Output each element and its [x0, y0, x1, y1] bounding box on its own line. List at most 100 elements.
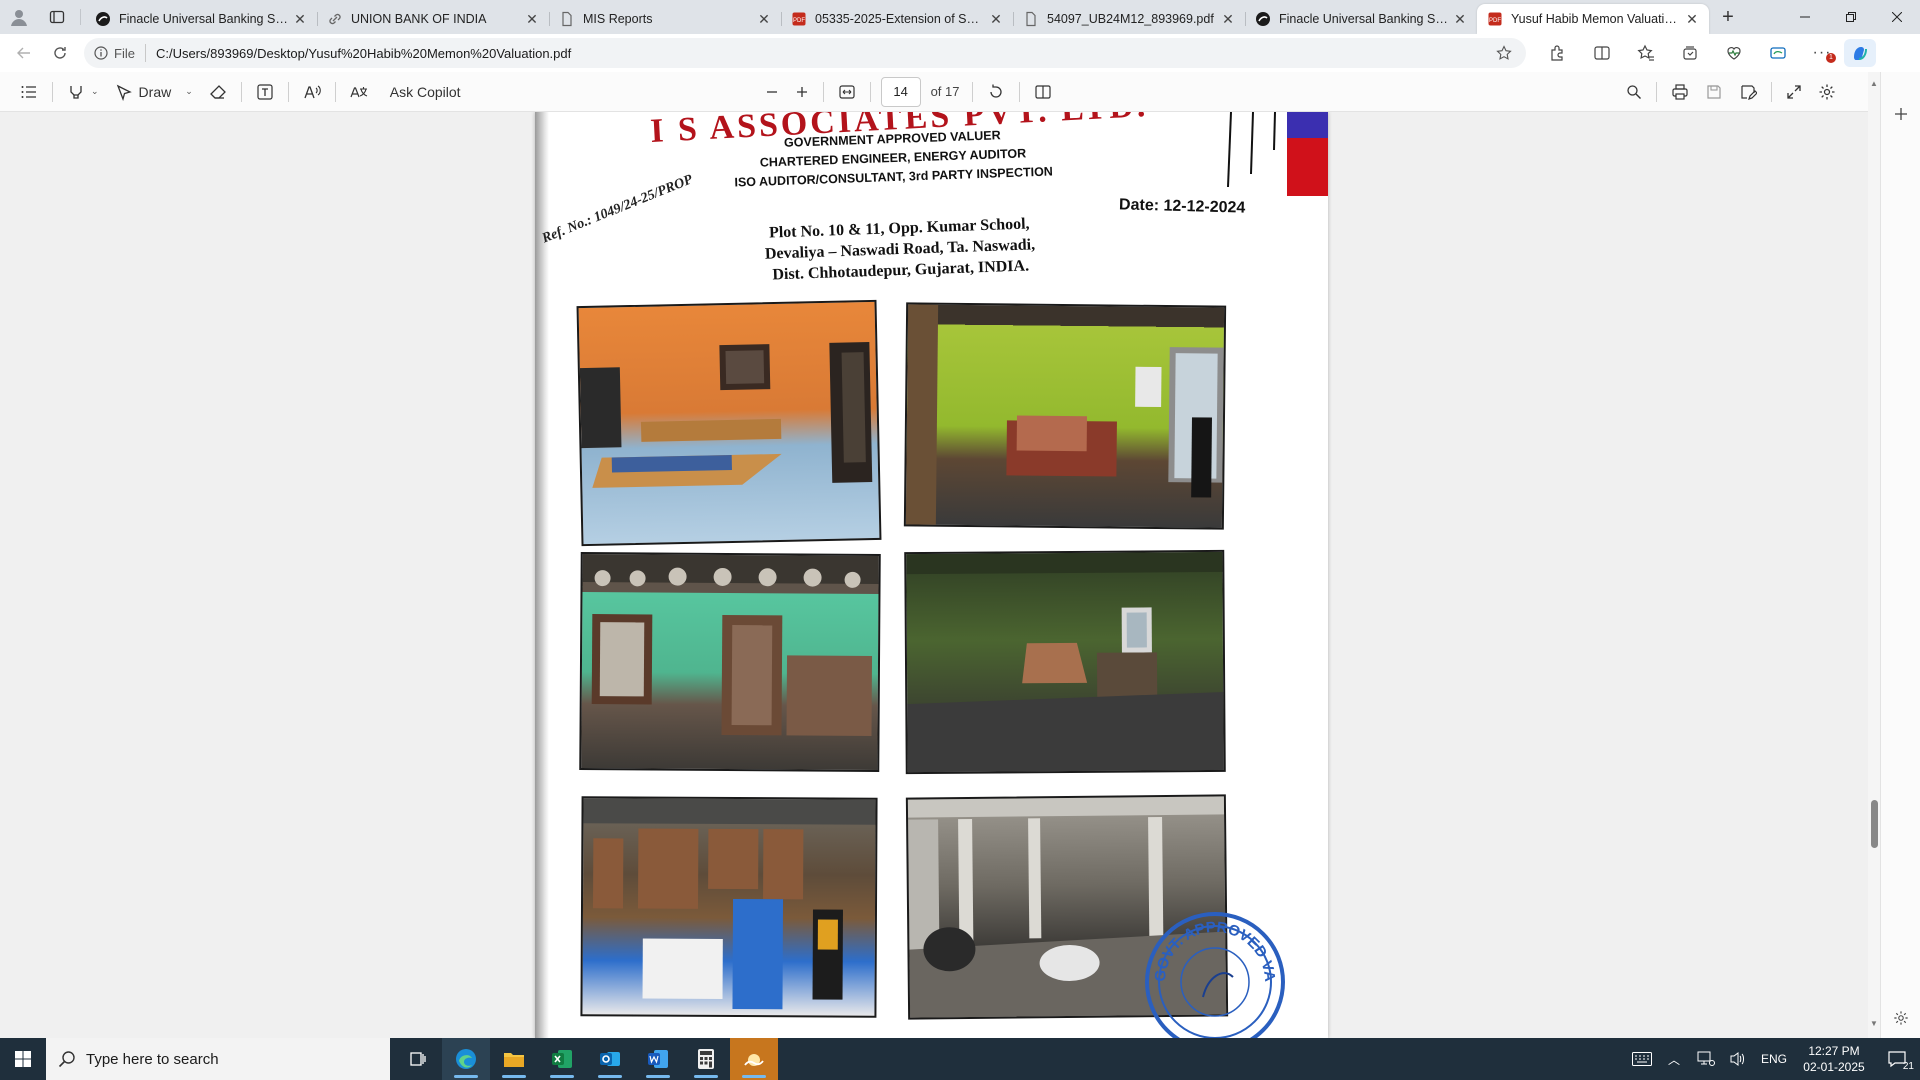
close-icon[interactable]: ✕	[291, 10, 309, 28]
chevron-up-icon: ︿	[1667, 1052, 1680, 1067]
taskbar-outlook[interactable]	[586, 1038, 634, 1080]
chevron-down-icon[interactable]: ⌄	[91, 86, 99, 97]
save-as-button[interactable]	[1731, 77, 1765, 107]
add-text-button[interactable]	[248, 77, 282, 107]
restore-button[interactable]	[1828, 0, 1874, 34]
table-of-contents-button[interactable]	[12, 77, 46, 107]
copilot-sidebar-button[interactable]	[1756, 38, 1800, 68]
close-window-button[interactable]	[1874, 0, 1920, 34]
browser-essentials-button[interactable]	[1712, 38, 1756, 68]
tab-finacle-2[interactable]: Finacle Universal Banking Solution ✕	[1245, 4, 1477, 34]
copilot-icon	[1854, 47, 1867, 60]
translate-button[interactable]	[342, 77, 376, 107]
pdf-settings-button[interactable]	[1810, 77, 1844, 107]
close-icon[interactable]: ✕	[523, 10, 541, 28]
tab-statement-pdf[interactable]: 54097_UB24M12_893969.pdf ✕	[1013, 4, 1245, 34]
weather-icon	[744, 1054, 764, 1066]
close-icon[interactable]: ✕	[1683, 10, 1701, 28]
favorites-button[interactable]	[1624, 38, 1668, 68]
close-icon[interactable]: ✕	[987, 10, 1005, 28]
tab-actions-button[interactable]	[38, 0, 76, 34]
collections-button[interactable]	[1668, 38, 1712, 68]
chevron-down-icon[interactable]: ⌄	[185, 86, 193, 97]
scroll-up-icon[interactable]: ▲	[1870, 80, 1878, 88]
print-button[interactable]	[1663, 77, 1697, 107]
tab-finacle-1[interactable]: Finacle Universal Banking Solution ✕	[85, 4, 317, 34]
keyboard-icon[interactable]	[1626, 1038, 1658, 1080]
back-button[interactable]	[6, 38, 42, 68]
save-icon	[1706, 84, 1721, 99]
taskbar-weather-app[interactable]	[730, 1038, 778, 1080]
taskbar-excel[interactable]	[538, 1038, 586, 1080]
split-screen-button[interactable]	[1580, 38, 1624, 68]
draw-button[interactable]: Draw ⌄	[107, 77, 201, 107]
collections-icon	[1683, 46, 1697, 60]
find-button[interactable]	[1618, 77, 1650, 107]
scan-shadow-edge	[535, 112, 549, 1038]
tab-union-bank[interactable]: UNION BANK OF INDIA ✕	[317, 4, 549, 34]
save-as-icon	[1740, 84, 1757, 100]
sidebar-add-button[interactable]	[1889, 102, 1913, 126]
taskbar-word[interactable]	[634, 1038, 682, 1080]
notification-badge: 1	[1826, 53, 1836, 63]
profile-button[interactable]	[0, 0, 38, 34]
copilot-button[interactable]	[1844, 39, 1876, 67]
new-tab-button[interactable]: +	[1709, 0, 1747, 34]
network-icon[interactable]	[1690, 1038, 1722, 1080]
close-icon[interactable]: ✕	[1451, 10, 1469, 28]
close-icon[interactable]: ✕	[755, 10, 773, 28]
erase-button[interactable]	[201, 77, 235, 107]
notification-center-button[interactable]: 21	[1874, 1038, 1920, 1080]
start-button[interactable]	[0, 1038, 46, 1080]
gear-icon	[1819, 84, 1834, 99]
site-info-button[interactable]: File	[94, 44, 146, 62]
windows-icon	[15, 1051, 31, 1067]
taskbar-edge[interactable]	[442, 1038, 490, 1080]
close-icon[interactable]: ✕	[1219, 10, 1237, 28]
highlight-button[interactable]: ⌄	[59, 77, 107, 107]
letterhead-flag	[1287, 112, 1328, 196]
window-controls	[1782, 0, 1920, 34]
task-view-button[interactable]	[394, 1038, 442, 1080]
minimize-button[interactable]	[1782, 0, 1828, 34]
toolbar-divider	[287, 81, 289, 102]
settings-and-more-button[interactable]: ··· 1	[1800, 38, 1844, 68]
sidebar-settings-button[interactable]	[1889, 1006, 1913, 1030]
wallet-icon	[1770, 47, 1786, 59]
pdf-viewer[interactable]: I S ASSOCIATES PVT. LTD. GOVERNMENT APPR…	[0, 112, 1868, 1038]
favorite-star-icon[interactable]	[1492, 45, 1516, 61]
outlook-icon	[600, 1052, 620, 1066]
volume-icon[interactable]	[1722, 1038, 1754, 1080]
page-view-button[interactable]	[1026, 77, 1060, 107]
taskbar-clock[interactable]: 12:27 PM 02-01-2025	[1794, 1043, 1874, 1075]
fullscreen-button[interactable]	[1778, 77, 1810, 107]
read-aloud-button[interactable]	[295, 77, 329, 107]
extensions-button[interactable]	[1536, 38, 1580, 68]
info-icon	[94, 46, 108, 60]
calculator-icon	[698, 1049, 714, 1069]
tab-samadhan-pdf[interactable]: PDF 05335-2025-Extension of SAMADHAN ✕	[781, 4, 1013, 34]
ask-copilot-button[interactable]: Ask Copilot	[382, 77, 469, 107]
fit-to-width-button[interactable]	[830, 77, 864, 107]
refresh-button[interactable]	[42, 38, 78, 68]
scrollbar-thumb[interactable]	[1871, 800, 1878, 848]
read-aloud-icon	[304, 85, 321, 98]
zoom-in-button[interactable]	[787, 77, 817, 107]
pdf-icon: PDF	[1487, 11, 1503, 27]
reference-number: Ref. No.: 1049/24-25/PROP	[540, 172, 695, 247]
show-hidden-icons-button[interactable]: ︿	[1658, 1038, 1690, 1080]
page-number-input[interactable]	[880, 76, 921, 107]
url-text[interactable]: C:/Users/893969/Desktop/Yusuf%20Habib%20…	[156, 46, 1492, 61]
tab-valuation-pdf[interactable]: PDF Yusuf Habib Memon Valuation.pdf ✕	[1477, 4, 1709, 34]
zoom-out-button[interactable]	[757, 77, 787, 107]
omnibox[interactable]: File C:/Users/893969/Desktop/Yusuf%20Hab…	[84, 38, 1526, 68]
save-button[interactable]	[1697, 77, 1731, 107]
input-language[interactable]: ENG	[1754, 1052, 1794, 1066]
taskbar-file-explorer[interactable]	[490, 1038, 538, 1080]
taskbar-search[interactable]: Type here to search	[46, 1038, 390, 1080]
scroll-down-icon[interactable]: ▼	[1870, 1020, 1878, 1028]
document-scrollbar[interactable]: ▲ ▼	[1868, 72, 1880, 1038]
taskbar-calculator[interactable]	[682, 1038, 730, 1080]
tab-mis-reports[interactable]: MIS Reports ✕	[549, 4, 781, 34]
rotate-button[interactable]	[979, 77, 1013, 107]
